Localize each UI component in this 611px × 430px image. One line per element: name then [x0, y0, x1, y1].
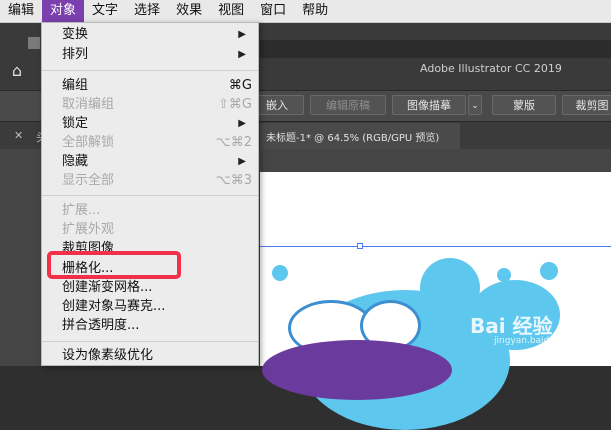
image-trace-chevron-icon[interactable]: ⌄: [468, 95, 482, 115]
menu-item-expand-appearance[interactable]: 扩展外观: [42, 220, 258, 240]
selection-edge: [260, 246, 611, 247]
submenu-arrow-icon: ▶: [238, 49, 246, 60]
menu-edit[interactable]: 编辑: [0, 0, 42, 22]
menu-item-arrange[interactable]: 排列 ▶: [42, 45, 258, 65]
menu-separator: [42, 341, 258, 342]
menu-item-flatten-transparency[interactable]: 拼合透明度...: [42, 316, 258, 336]
tab-active-label: 未标题-1* @ 64.5% (RGB/GPU 预览): [266, 133, 440, 144]
window-strip: [260, 40, 611, 58]
menu-item-expand[interactable]: 扩展...: [42, 201, 258, 221]
baidu-watermark-url: jingyan.baidu.com: [494, 336, 578, 346]
menu-window[interactable]: 窗口: [252, 0, 294, 22]
art-blue-dot[interactable]: [272, 265, 288, 281]
menu-view[interactable]: 视图: [210, 0, 252, 22]
menu-object[interactable]: 对象: [42, 0, 85, 22]
crop-image-button[interactable]: 裁剪图: [562, 95, 611, 115]
art-purple-base[interactable]: [262, 340, 452, 400]
menu-item-ungroup[interactable]: 取消编组 ⇧⌘G: [42, 95, 258, 115]
menu-item-lock[interactable]: 锁定 ▶: [42, 114, 258, 134]
baidu-watermark-logo: Bai 经验: [470, 314, 553, 338]
menu-separator: [42, 70, 258, 71]
menu-item-unlock-all[interactable]: 全部解锁 ⌥⌘2: [42, 133, 258, 153]
edit-original-button[interactable]: 编辑原稿: [310, 95, 386, 115]
submenu-arrow-icon: ▶: [238, 118, 246, 129]
home-icon[interactable]: ⌂: [6, 60, 28, 82]
selection-handle[interactable]: [357, 243, 363, 249]
app-title: Adobe Illustrator CC 2019: [420, 62, 562, 75]
menu-item-show-all[interactable]: 显示全部 ⌥⌘3: [42, 171, 258, 191]
menu-item-create-gradient-mesh[interactable]: 创建渐变网格...: [42, 278, 258, 298]
tab-close-icon[interactable]: ✕: [14, 129, 23, 142]
menu-item-hide[interactable]: 隐藏 ▶: [42, 152, 258, 172]
window-square-icon: [28, 37, 40, 49]
submenu-arrow-icon: ▶: [238, 156, 246, 167]
object-menu-dropdown: 变换 ▶ 排列 ▶ 编组 ⌘G 取消编组 ⇧⌘G 锁定 ▶ 全部解锁 ⌥⌘2 隐…: [41, 22, 259, 366]
menu-help[interactable]: 帮助: [294, 0, 336, 22]
menu-item-pixel-optimize[interactable]: 设为像素级优化: [42, 346, 258, 366]
art-blue-dot[interactable]: [497, 268, 511, 282]
menu-item-group[interactable]: 编组 ⌘G: [42, 76, 258, 96]
menu-type[interactable]: 文字: [84, 0, 126, 22]
menu-effect[interactable]: 效果: [168, 0, 210, 22]
art-blue-dot[interactable]: [540, 262, 558, 280]
menu-select[interactable]: 选择: [126, 0, 168, 22]
annotation-highlight-box: [47, 251, 181, 279]
image-trace-button[interactable]: 图像描摹: [392, 95, 466, 115]
mask-button[interactable]: 蒙版: [492, 95, 556, 115]
submenu-arrow-icon: ▶: [238, 29, 246, 40]
menu-separator: [42, 195, 258, 196]
menu-item-transform[interactable]: 变换 ▶: [42, 25, 258, 45]
menu-item-create-object-mosaic[interactable]: 创建对象马赛克...: [42, 297, 258, 317]
menu-bar: 编辑 对象 文字 选择 效果 视图 窗口 帮助: [0, 0, 611, 23]
